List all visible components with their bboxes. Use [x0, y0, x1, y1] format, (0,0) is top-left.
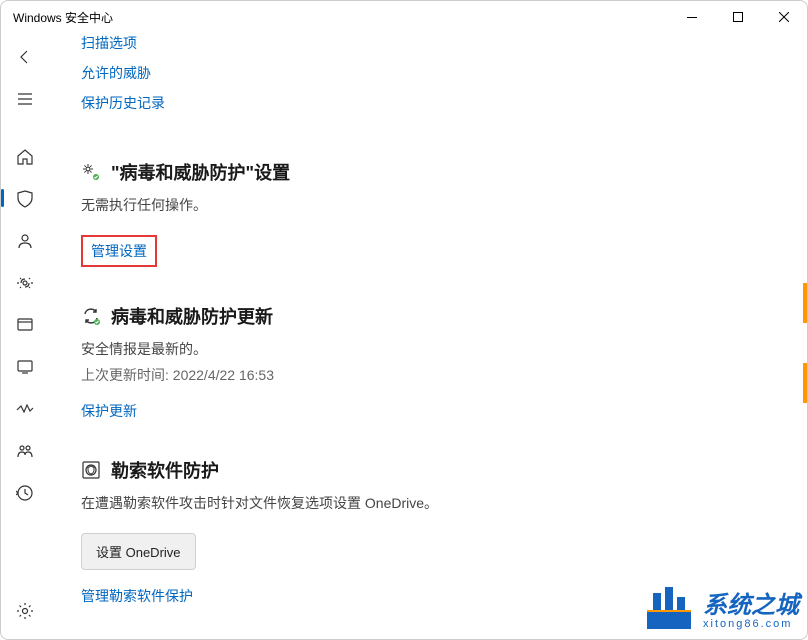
- sidebar-item-home[interactable]: [5, 137, 45, 177]
- sidebar-item-virus[interactable]: [5, 179, 45, 219]
- link-manage-ransomware[interactable]: 管理勒索软件保护: [81, 586, 193, 606]
- onedrive-setup-button[interactable]: 设置 OneDrive: [81, 533, 196, 570]
- sidebar-item-firewall[interactable]: [5, 263, 45, 303]
- scroll-indicator-1: [803, 283, 807, 323]
- titlebar: Windows 安全中心: [1, 1, 807, 33]
- sidebar-item-history[interactable]: [5, 473, 45, 513]
- settings-title: "病毒和威胁防护"设置: [111, 159, 290, 185]
- maximize-button[interactable]: [715, 1, 761, 33]
- gear-shield-icon: [81, 162, 101, 182]
- link-allowed-threats[interactable]: 允许的威胁: [81, 63, 151, 83]
- link-manage-settings[interactable]: 管理设置: [91, 243, 147, 259]
- refresh-icon: [81, 306, 101, 326]
- window-title: Windows 安全中心: [13, 9, 113, 26]
- minimize-button[interactable]: [669, 1, 715, 33]
- watermark: 系统之城 xitong86.com: [643, 581, 799, 633]
- sidebar-item-settings[interactable]: [5, 591, 45, 631]
- updates-meta: 上次更新时间: 2022/4/22 16:53: [81, 365, 807, 385]
- section-settings: "病毒和威胁防护"设置 无需执行任何操作。 管理设置: [81, 159, 807, 267]
- sidebar-item-device-security[interactable]: [5, 347, 45, 387]
- link-protection-history[interactable]: 保护历史记录: [81, 93, 165, 113]
- sidebar-item-app-browser[interactable]: [5, 305, 45, 345]
- updates-desc: 安全情报是最新的。: [81, 339, 807, 359]
- back-button[interactable]: [5, 37, 45, 77]
- scroll-indicator-2: [803, 363, 807, 403]
- sidebar-item-account[interactable]: [5, 221, 45, 261]
- ransomware-title: 勒索软件防护: [111, 457, 219, 483]
- menu-button[interactable]: [5, 79, 45, 119]
- updates-title: 病毒和威胁防护更新: [111, 303, 273, 329]
- watermark-brand: 系统之城: [703, 585, 799, 620]
- close-button[interactable]: [761, 1, 807, 33]
- content-area: 扫描选项 允许的威胁 保护历史记录 "病毒和威胁防护"设置 无需执行任何操作。 …: [49, 33, 807, 639]
- highlight-box: 管理设置: [81, 235, 157, 267]
- watermark-url: xitong86.com: [703, 618, 799, 630]
- section-updates: 病毒和威胁防护更新 安全情报是最新的。 上次更新时间: 2022/4/22 16…: [81, 303, 807, 421]
- folder-shield-icon: [81, 460, 101, 480]
- link-scan-options[interactable]: 扫描选项: [81, 33, 137, 53]
- sidebar-item-family[interactable]: [5, 431, 45, 471]
- watermark-logo-icon: [643, 581, 695, 633]
- link-protection-update[interactable]: 保护更新: [81, 401, 137, 421]
- settings-desc: 无需执行任何操作。: [81, 195, 807, 215]
- sidebar: [1, 33, 49, 639]
- ransomware-desc: 在遭遇勒索软件攻击时针对文件恢复选项设置 OneDrive。: [81, 493, 807, 513]
- sidebar-item-performance[interactable]: [5, 389, 45, 429]
- window-controls: [669, 1, 807, 33]
